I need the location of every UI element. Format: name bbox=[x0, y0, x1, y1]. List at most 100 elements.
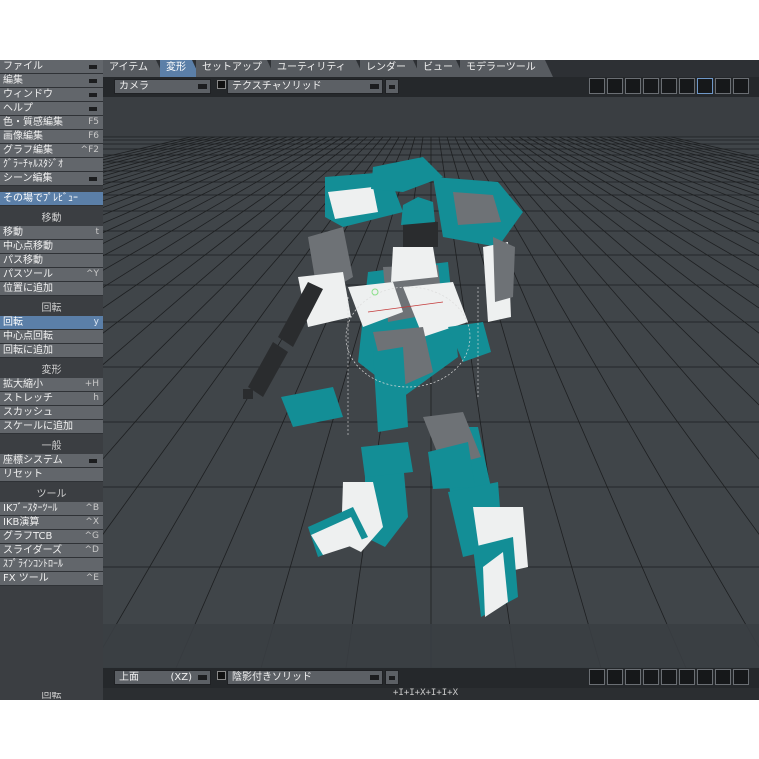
menu-item-0[interactable]: ファイル bbox=[0, 60, 103, 74]
tool-item-0-3[interactable]: パスツール ^Y bbox=[0, 268, 103, 282]
view-icon-1[interactable] bbox=[589, 78, 605, 94]
menu-item-label: パス移動 bbox=[3, 255, 43, 266]
tab-6[interactable]: モデラーツール bbox=[460, 60, 553, 77]
menu-item-label: グラフTCB bbox=[3, 531, 53, 542]
tool-item-1-1[interactable]: 中心点回転 bbox=[0, 330, 103, 344]
bottom-view-type-dropdown[interactable]: 上面 (XZ) bbox=[114, 670, 211, 685]
bottom-view-icon-6[interactable] bbox=[679, 669, 695, 685]
bottom-view-type-label: 上面 bbox=[119, 672, 139, 683]
tool-item-4-4[interactable]: ｽﾌﾟﾗｲﾝｺﾝﾄﾛｰﾙ bbox=[0, 558, 103, 572]
chevron-down-icon bbox=[89, 459, 97, 463]
menu-item-label: 画像編集 bbox=[3, 131, 43, 142]
menu-item-4[interactable]: 色・質感編集 F5 bbox=[0, 116, 103, 130]
menu-item-label: シーン編集 bbox=[3, 173, 53, 184]
view-icon-9[interactable] bbox=[733, 78, 749, 94]
chevron-down-icon bbox=[370, 84, 379, 89]
chevron-down-icon bbox=[198, 675, 207, 680]
tool-item-4-3[interactable]: スライダーズ ^D bbox=[0, 544, 103, 558]
tab-3[interactable]: ユーティリティ bbox=[271, 60, 364, 77]
tab-0[interactable]: アイテム bbox=[103, 60, 164, 77]
view-type-dropdown[interactable]: カメラ bbox=[114, 79, 211, 94]
tool-item-4-2[interactable]: グラフTCB ^G bbox=[0, 530, 103, 544]
viewport-header: カメラ テクスチャソリッド bbox=[103, 77, 759, 97]
menu-item-7[interactable]: ｸﾞﾗｰﾁｬﾙｽﾀｼﾞｵ bbox=[0, 158, 103, 172]
bottom-view-icon-2[interactable] bbox=[607, 669, 623, 685]
tool-item-2-2[interactable]: スカッシュ bbox=[0, 406, 103, 420]
menu-item-label: 位置に追加 bbox=[3, 283, 53, 294]
menu-item-6[interactable]: グラフ編集 ^F2 bbox=[0, 144, 103, 158]
bottom-viewport-ruler: +I+I+X+I+I+X bbox=[103, 688, 759, 700]
menu-item-3[interactable]: ヘルプ bbox=[0, 102, 103, 116]
shading-toggle-icon[interactable] bbox=[217, 80, 226, 89]
tool-item-1-0[interactable]: 回転 y bbox=[0, 316, 103, 330]
tool-item-2-1[interactable]: ストレッチ h bbox=[0, 392, 103, 406]
viewport-scene bbox=[103, 97, 759, 668]
bottom-view-icon-4[interactable] bbox=[643, 669, 659, 685]
shortcut-label: y bbox=[93, 317, 99, 327]
menu-item-label: 移動 bbox=[3, 227, 23, 238]
view-icon-3[interactable] bbox=[625, 78, 641, 94]
bottom-shading-mode-dropdown[interactable]: 陰影付きソリッド bbox=[227, 670, 383, 685]
viewport-sky bbox=[103, 97, 759, 137]
left-tool-panel: ファイル 編集ウィンドウ ヘルプ色・質感編集 F5 画像編集 F6 グラフ編集 ^F2 ｸﾞﾗｰ… bbox=[0, 60, 103, 700]
tool-item-4-1[interactable]: IKB演算 ^X bbox=[0, 516, 103, 530]
bottom-view-icon-7[interactable] bbox=[697, 669, 713, 685]
bottom-view-icon-8[interactable] bbox=[715, 669, 731, 685]
menu-item-label: スライダーズ bbox=[3, 545, 63, 556]
tool-item-2-0[interactable]: 拡大縮小 +H bbox=[0, 378, 103, 392]
view-icon-8[interactable] bbox=[715, 78, 731, 94]
tab-5[interactable]: ビュー bbox=[417, 60, 464, 77]
tab-2[interactable]: セットアップ bbox=[196, 60, 275, 77]
menu-item-label: 回転に追加 bbox=[3, 345, 53, 356]
viewport-bottom-band bbox=[103, 624, 759, 668]
tool-item-1-2[interactable]: 回転に追加 bbox=[0, 344, 103, 358]
group-header: 一般 bbox=[41, 441, 62, 452]
tool-item-0-2[interactable]: パス移動 bbox=[0, 254, 103, 268]
chevron-down-icon bbox=[89, 79, 97, 83]
shortcut-label: t bbox=[95, 227, 99, 237]
tool-item-3-0[interactable]: 座標システム bbox=[0, 454, 103, 468]
tool-item-0-1[interactable]: 中心点移動 bbox=[0, 240, 103, 254]
tool-item-2-3[interactable]: スケールに追加 bbox=[0, 420, 103, 434]
viewport-options-button[interactable] bbox=[385, 79, 399, 94]
3d-viewport[interactable] bbox=[103, 97, 759, 668]
tool-item-3-1[interactable]: リセット bbox=[0, 468, 103, 482]
main-tab-bar: アイテム 変形 セットアップ ユーティリティ レンダー ビュー モデラーツール bbox=[103, 60, 759, 77]
menu-item-label: グラフ編集 bbox=[3, 145, 53, 156]
menu-item-2[interactable]: ウィンドウ bbox=[0, 88, 103, 102]
view-icon-2[interactable] bbox=[607, 78, 623, 94]
bottom-view-icon-1[interactable] bbox=[589, 669, 605, 685]
tool-item-4-0[interactable]: IKﾌﾞｰｽﾀｰﾂｰﾙ ^B bbox=[0, 502, 103, 516]
tab-1[interactable]: 変形 bbox=[160, 60, 200, 77]
tool-item-0-0[interactable]: 移動 t bbox=[0, 226, 103, 240]
group-header: 回転 bbox=[41, 303, 62, 314]
menu-item-label: ｽﾌﾟﾗｲﾝｺﾝﾄﾛｰﾙ bbox=[3, 559, 63, 570]
tool-item-0-4[interactable]: 位置に追加 bbox=[0, 282, 103, 296]
shortcut-label: ^G bbox=[84, 531, 99, 541]
bottom-viewport-options-button[interactable] bbox=[385, 670, 399, 685]
bottom-shading-toggle-icon[interactable] bbox=[217, 671, 226, 680]
menu-item-8[interactable]: シーン編集 bbox=[0, 172, 103, 186]
shortcut-label: ^D bbox=[84, 545, 99, 555]
menu-item-5[interactable]: 画像編集 F6 bbox=[0, 130, 103, 144]
menu-item-1[interactable]: 編集 bbox=[0, 74, 103, 88]
tool-item-4-5[interactable]: FX ツール ^E bbox=[0, 572, 103, 586]
bottom-view-icon-5[interactable] bbox=[661, 669, 677, 685]
bottom-view-icon-3[interactable] bbox=[625, 669, 641, 685]
menu-item-label: ヘルプ bbox=[3, 103, 33, 114]
view-icon-4[interactable] bbox=[643, 78, 659, 94]
quick-preview-button[interactable]: その場でﾌﾟﾚﾋﾞｭｰ bbox=[0, 192, 103, 206]
view-icon-6[interactable] bbox=[679, 78, 695, 94]
view-icon-5[interactable] bbox=[661, 78, 677, 94]
bottom-view-axis-label: (XZ) bbox=[170, 672, 192, 683]
tab-4[interactable]: レンダー bbox=[360, 60, 421, 77]
menu-item-label: 編集 bbox=[3, 75, 23, 86]
view-icon-7[interactable] bbox=[697, 78, 713, 94]
shading-mode-dropdown[interactable]: テクスチャソリッド bbox=[227, 79, 383, 94]
menu-item-label: リセット bbox=[3, 469, 43, 480]
menu-item-label: その場でﾌﾟﾚﾋﾞｭｰ bbox=[3, 193, 78, 204]
bottom-viewport-header: 上面 (XZ) 陰影付きソリッド bbox=[103, 668, 759, 688]
bottom-view-icon-9[interactable] bbox=[733, 669, 749, 685]
shortcut-label: h bbox=[93, 393, 99, 403]
chevron-down-icon bbox=[89, 65, 97, 69]
